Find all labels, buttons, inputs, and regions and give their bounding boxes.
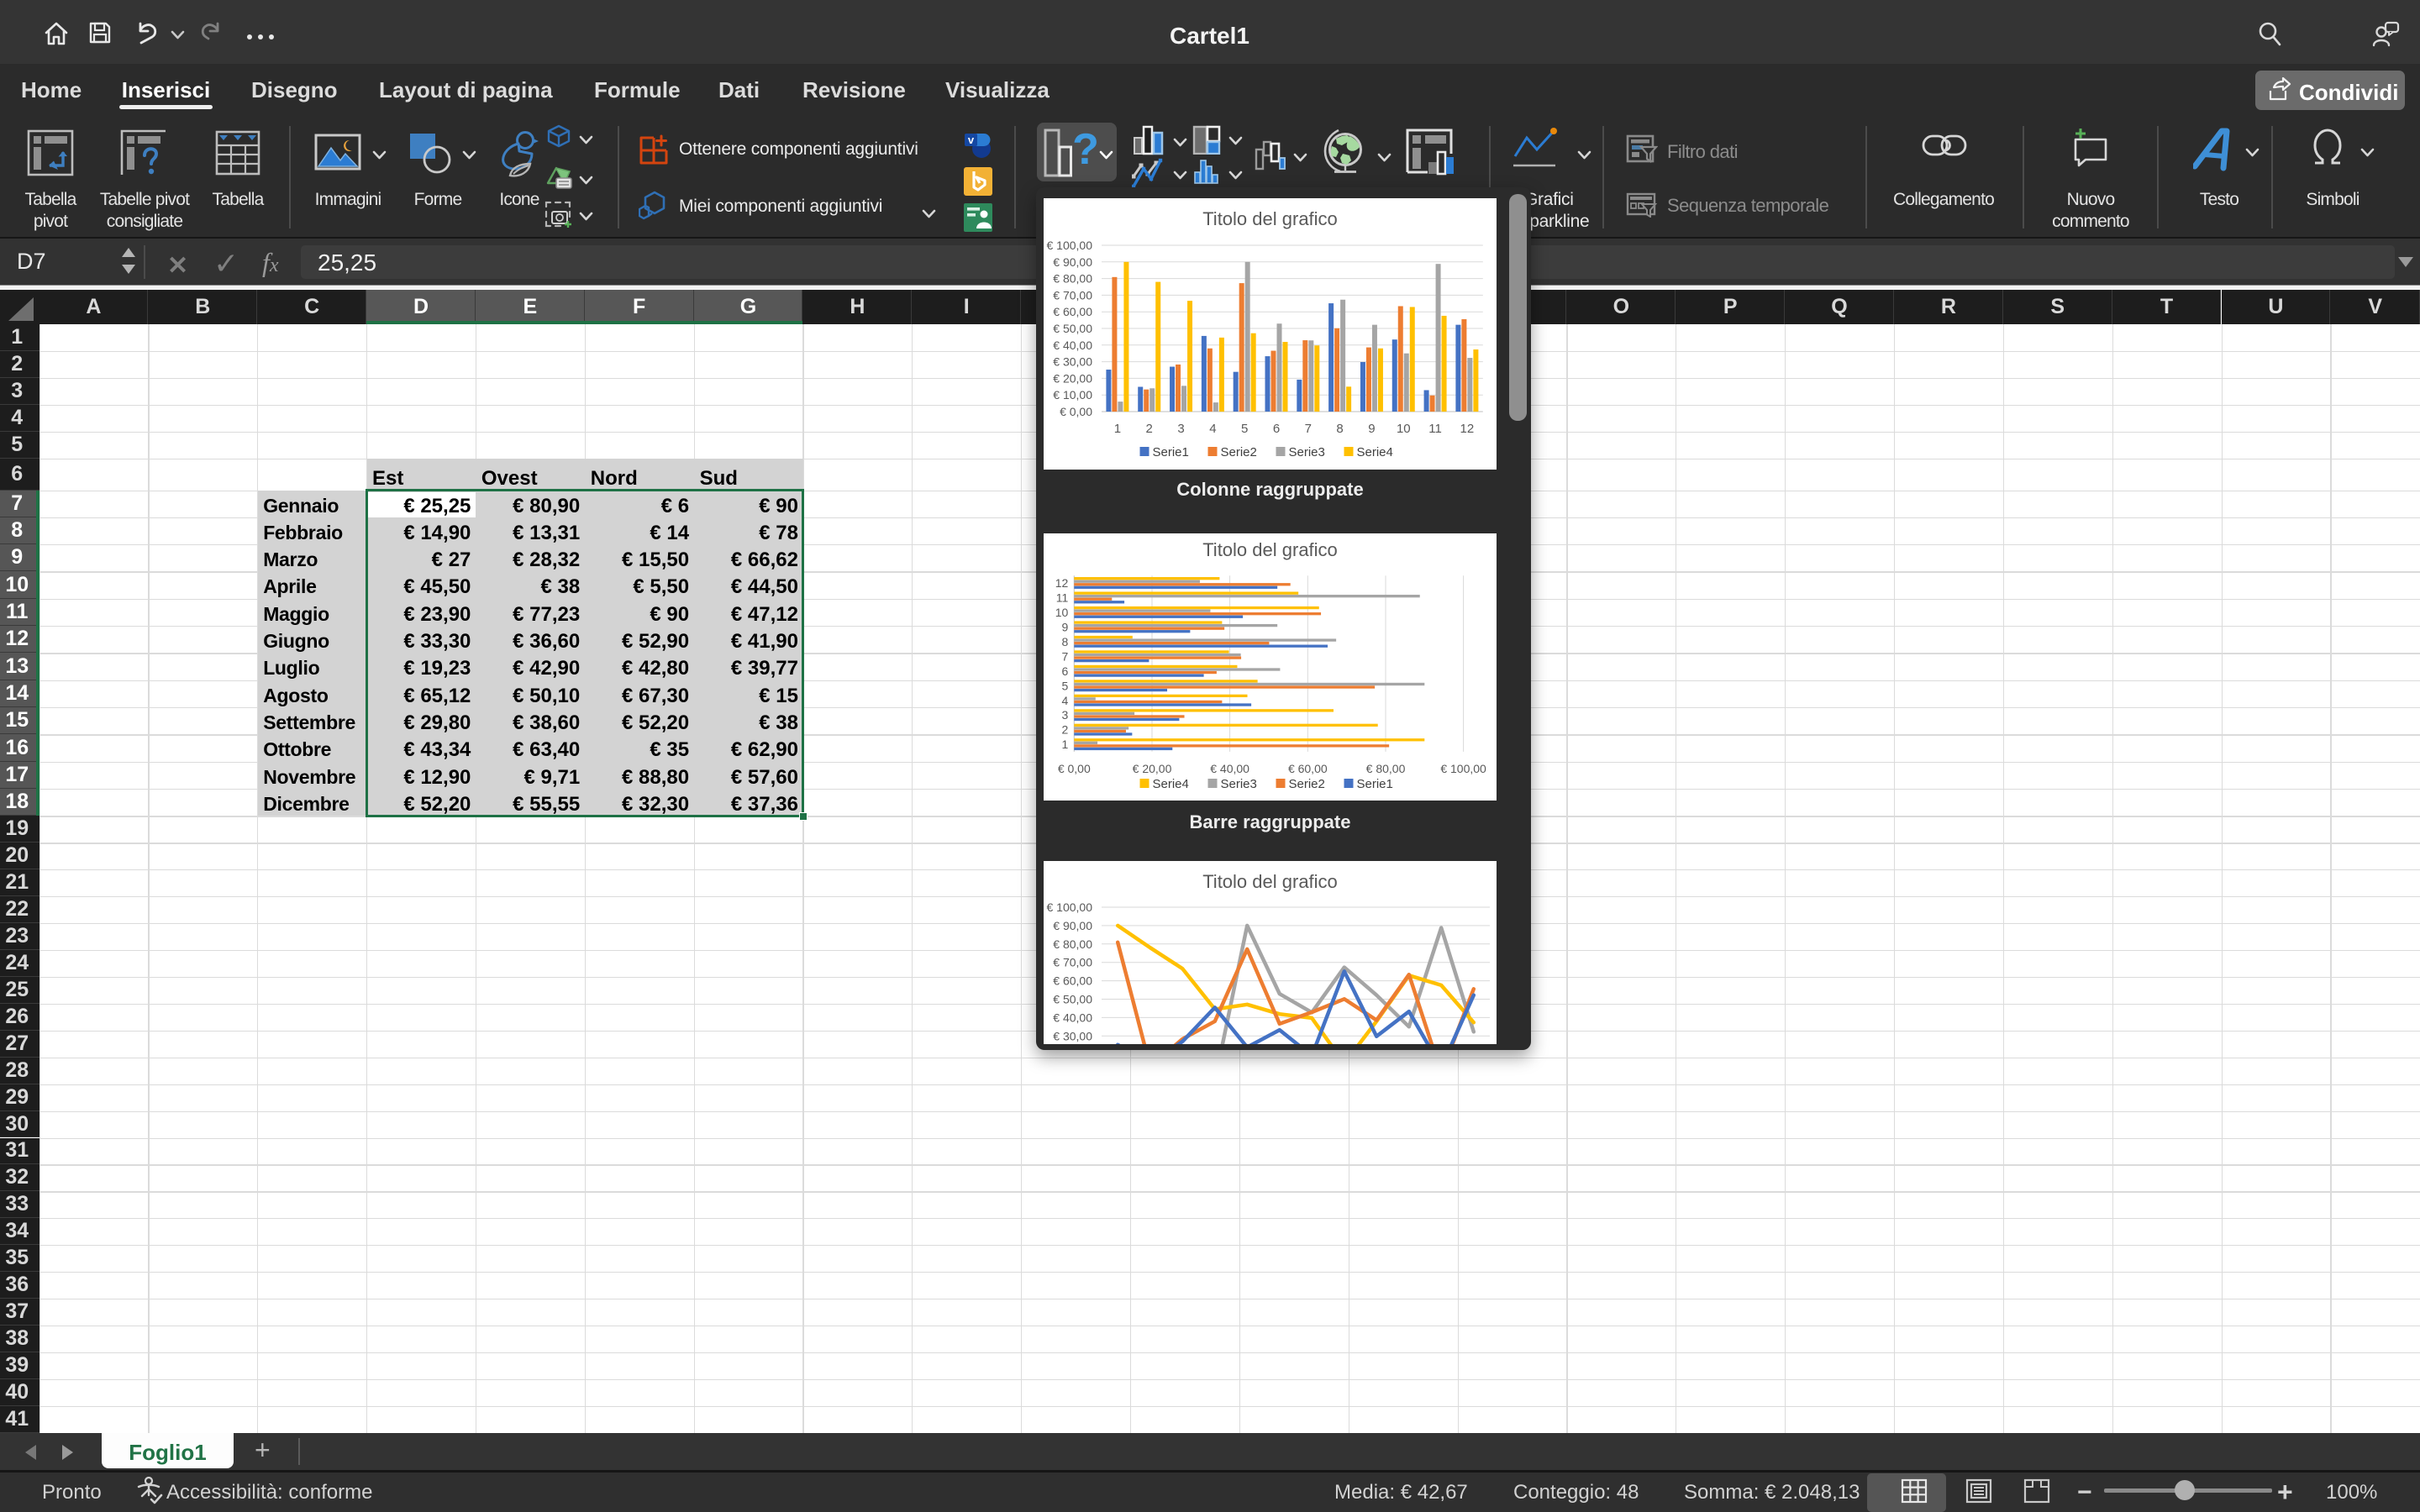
svg-text:€ 60,00: € 60,00 — [1288, 762, 1328, 775]
svg-text:3: 3 — [1062, 708, 1069, 722]
svg-text:Serie2: Serie2 — [1221, 445, 1257, 459]
svg-text:Serie1: Serie1 — [1357, 777, 1393, 791]
svg-text:?: ? — [1072, 125, 1099, 174]
svg-text:Titolo del grafico: Titolo del grafico — [1202, 871, 1338, 892]
svg-text:€ 0,00: € 0,00 — [1060, 405, 1092, 418]
svg-text:€ 90,00: € 90,00 — [1053, 255, 1092, 269]
svg-text:12: 12 — [1460, 422, 1475, 436]
svg-text:7: 7 — [1305, 422, 1312, 436]
svg-text:€ 30,00: € 30,00 — [1053, 1029, 1092, 1042]
svg-text:€ 90,00: € 90,00 — [1053, 919, 1092, 932]
svg-text:9: 9 — [1368, 422, 1375, 436]
svg-text:Serie3: Serie3 — [1221, 777, 1257, 791]
svg-text:Titolo del grafico: Titolo del grafico — [1202, 539, 1338, 560]
svg-text:8: 8 — [1062, 635, 1069, 648]
svg-text:Serie4: Serie4 — [1153, 777, 1189, 791]
svg-text:€ 50,00: € 50,00 — [1053, 993, 1092, 1006]
svg-text:8: 8 — [1336, 422, 1343, 436]
svg-text:Titolo del grafico: Titolo del grafico — [1202, 208, 1338, 229]
svg-text:10: 10 — [1055, 606, 1069, 619]
svg-text:1: 1 — [1062, 738, 1069, 751]
svg-text:Serie1: Serie1 — [1153, 445, 1189, 459]
svg-text:€ 40,00: € 40,00 — [1210, 762, 1249, 775]
svg-text:Serie4: Serie4 — [1357, 445, 1393, 459]
svg-text:1: 1 — [1114, 422, 1121, 436]
svg-text:€ 20,00: € 20,00 — [1133, 762, 1172, 775]
svg-text:€ 100,00: € 100,00 — [1047, 900, 1093, 914]
svg-text:€ 20,00: € 20,00 — [1053, 371, 1092, 385]
svg-text:v: v — [968, 134, 975, 146]
svg-text:5: 5 — [1062, 679, 1069, 692]
svg-text:7: 7 — [1062, 649, 1069, 663]
svg-text:€ 40,00: € 40,00 — [1053, 339, 1092, 352]
svg-text:Serie3: Serie3 — [1289, 445, 1325, 459]
svg-text:11: 11 — [1056, 591, 1069, 605]
svg-text:9: 9 — [1062, 620, 1069, 633]
svg-text:€ 30,00: € 30,00 — [1053, 355, 1092, 369]
svg-text:€ 10,00: € 10,00 — [1053, 388, 1092, 402]
svg-text:€ 80,00: € 80,00 — [1366, 762, 1406, 775]
svg-text:€ 60,00: € 60,00 — [1053, 305, 1092, 318]
svg-text:€ 80,00: € 80,00 — [1053, 937, 1092, 951]
svg-text:€ 70,00: € 70,00 — [1053, 956, 1092, 969]
svg-text:€ 0,00: € 0,00 — [1058, 762, 1091, 775]
svg-text:4: 4 — [1062, 694, 1069, 707]
svg-text:11: 11 — [1428, 422, 1442, 436]
svg-text:€ 60,00: € 60,00 — [1053, 974, 1092, 988]
svg-text:6: 6 — [1062, 664, 1069, 678]
svg-text:5: 5 — [1241, 422, 1248, 436]
svg-text:Serie2: Serie2 — [1289, 777, 1325, 791]
svg-text:2: 2 — [1062, 723, 1069, 737]
svg-text:€ 40,00: € 40,00 — [1053, 1011, 1092, 1024]
svg-text:10: 10 — [1397, 422, 1411, 436]
svg-text:2: 2 — [1146, 422, 1153, 436]
svg-text:3: 3 — [1177, 422, 1184, 436]
svg-text:€ 80,00: € 80,00 — [1053, 272, 1092, 286]
svg-text:€ 50,00: € 50,00 — [1053, 322, 1092, 335]
svg-text:€ 100,00: € 100,00 — [1047, 239, 1093, 252]
svg-text:4: 4 — [1209, 422, 1216, 436]
svg-text:€ 100,00: € 100,00 — [1440, 762, 1486, 775]
svg-text:€ 70,00: € 70,00 — [1053, 288, 1092, 302]
svg-text:6: 6 — [1273, 422, 1280, 436]
svg-text:12: 12 — [1055, 576, 1069, 590]
